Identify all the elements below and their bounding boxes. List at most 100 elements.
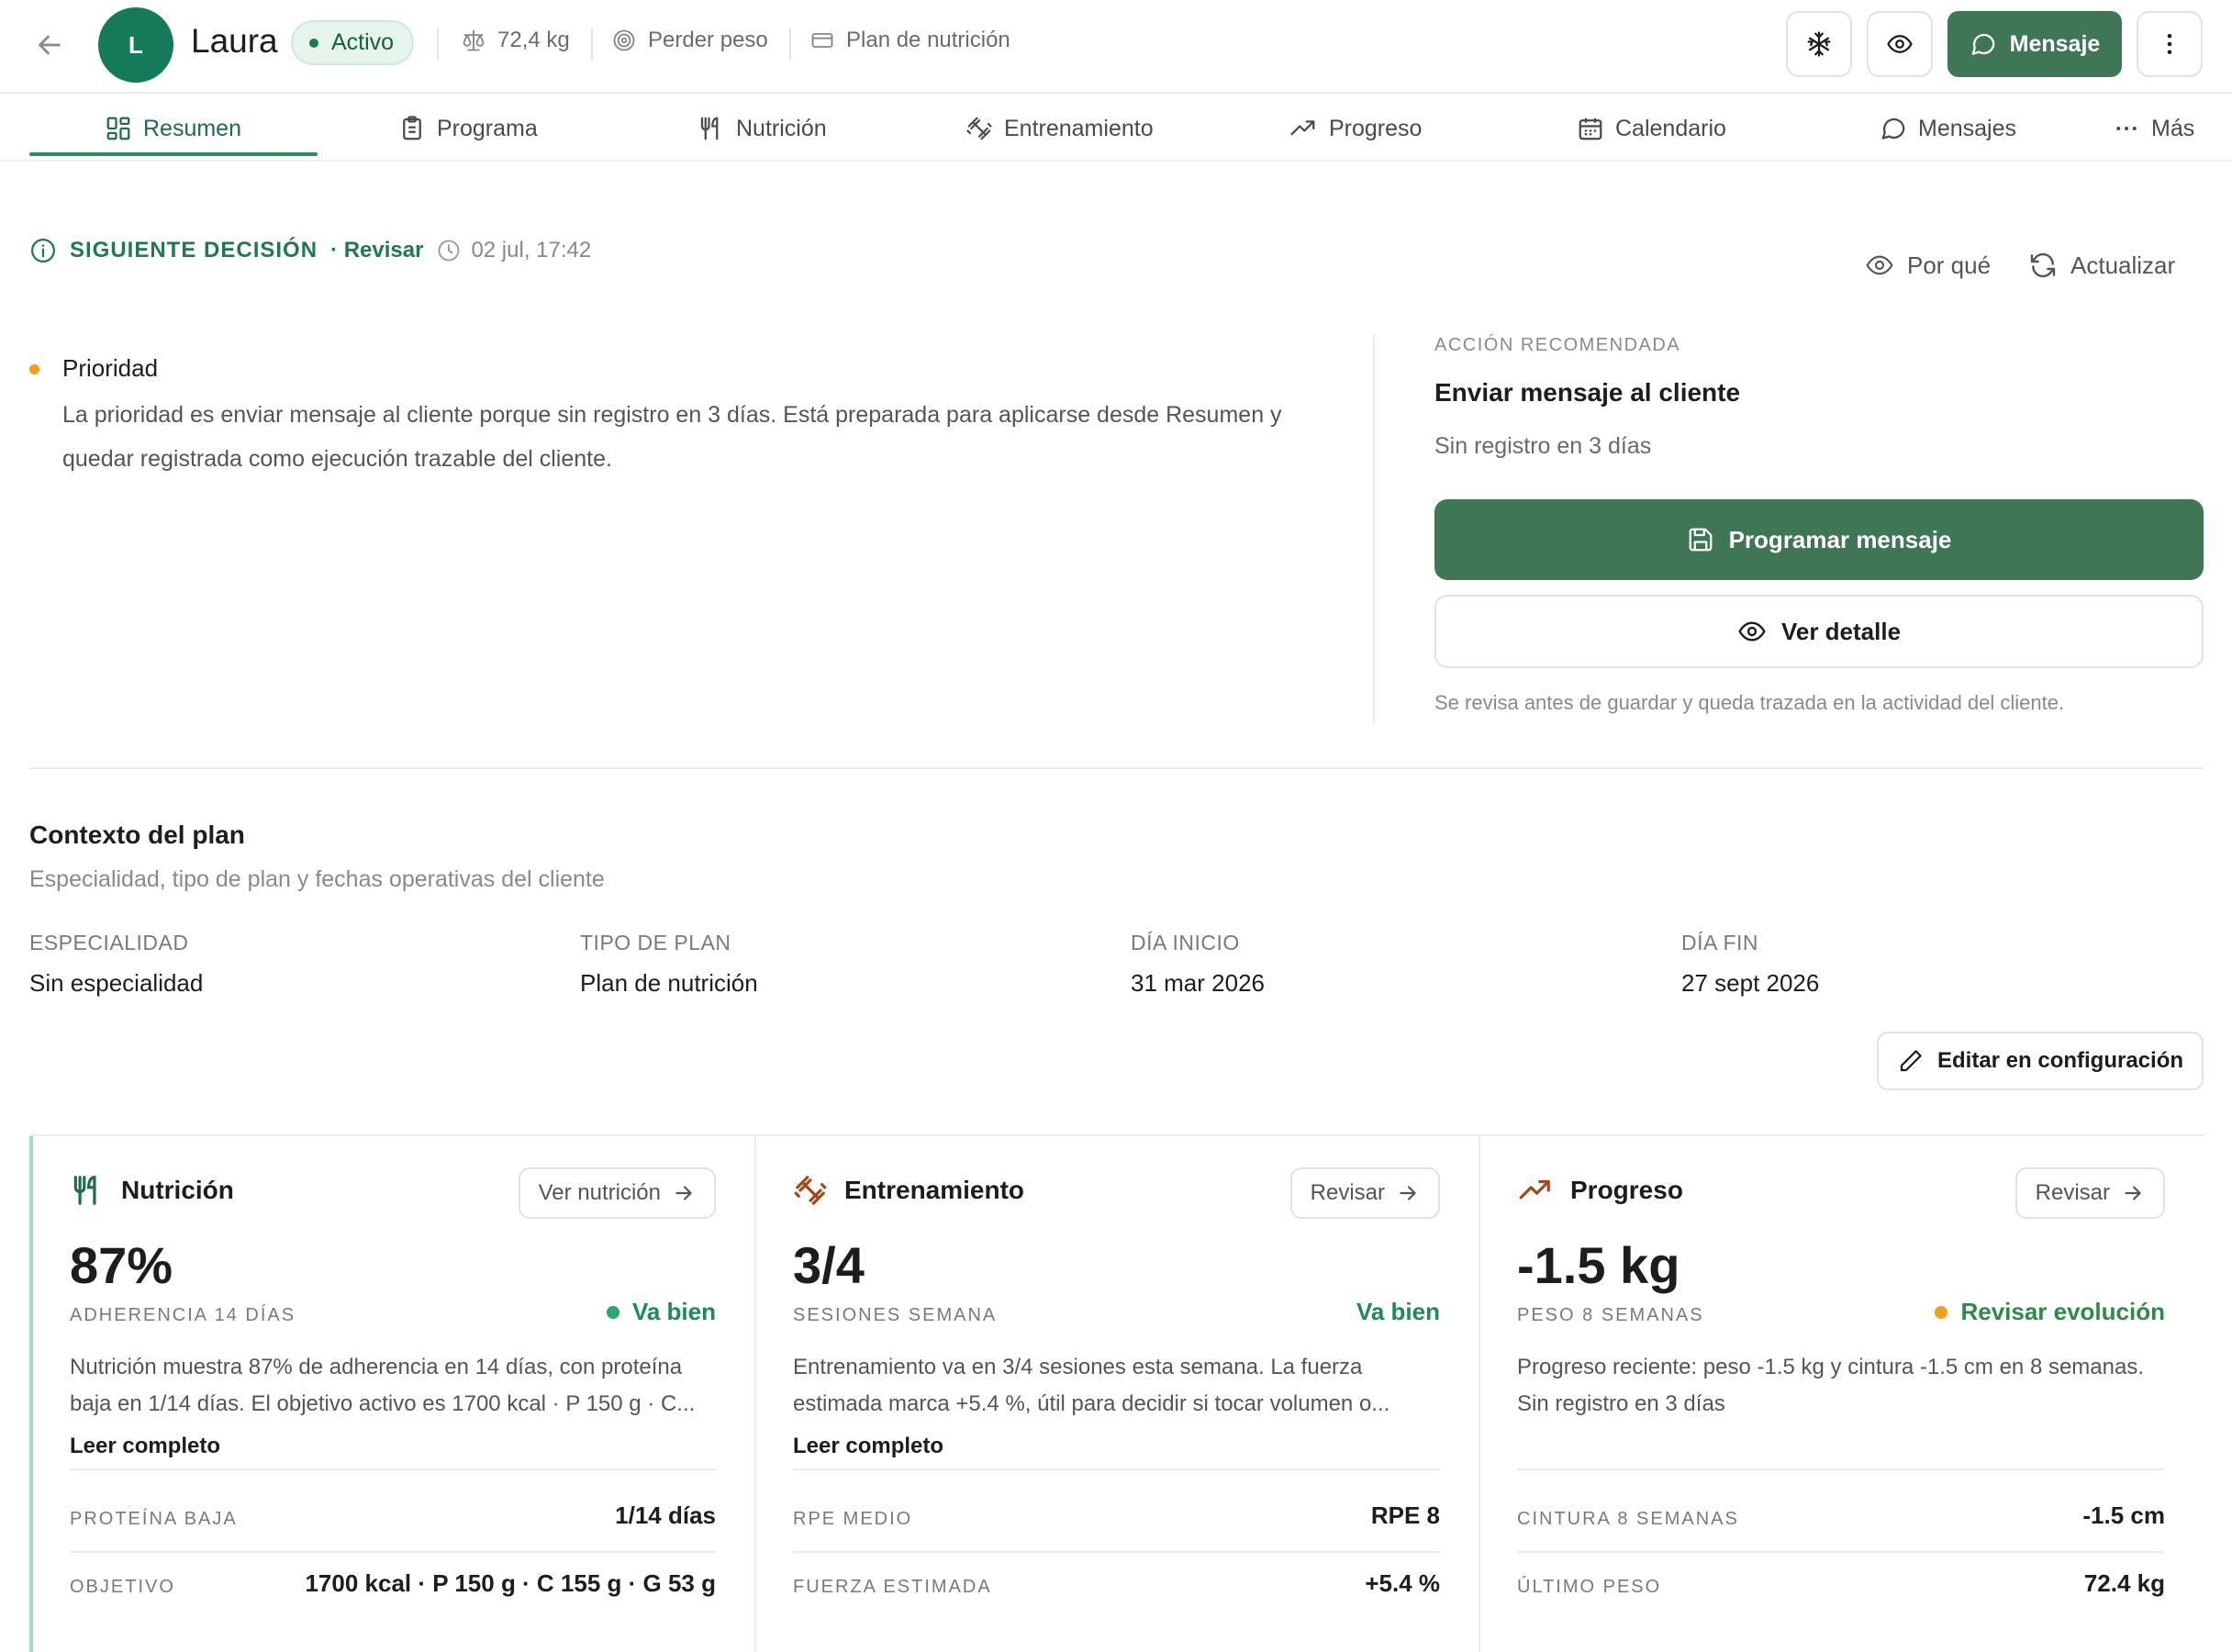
why-button[interactable]: Por qué bbox=[1865, 251, 1991, 280]
row-value: 72.4 kg bbox=[2083, 1569, 2165, 1597]
plan-type-label: TIPO DE PLAN bbox=[580, 931, 731, 954]
snowflake-button[interactable] bbox=[1786, 11, 1852, 77]
view-detail-button[interactable]: Ver detalle bbox=[1434, 595, 2204, 668]
plan-type-value: Plan de nutrición bbox=[580, 969, 758, 997]
row-value: -1.5 cm bbox=[2082, 1501, 2165, 1529]
summary-cards: Nutrición Ver nutrición 87% ADHERENCIA 1… bbox=[29, 1134, 2204, 1652]
schedule-message-button[interactable]: Programar mensaje bbox=[1434, 499, 2204, 580]
chat-icon bbox=[1970, 30, 1997, 58]
info-icon bbox=[29, 237, 57, 264]
priority-dot bbox=[29, 364, 39, 374]
tab-label: Resumen bbox=[143, 115, 241, 141]
decision-time-value: 02 jul, 17:42 bbox=[471, 238, 592, 262]
eye-icon bbox=[1737, 617, 1767, 646]
tab-label: Nutrición bbox=[736, 115, 827, 141]
row-divider bbox=[793, 1468, 1440, 1470]
header-separator bbox=[789, 28, 791, 60]
plan-context-subtitle: Especialidad, tipo de plan y fechas oper… bbox=[29, 866, 605, 892]
save-icon bbox=[1687, 526, 1714, 553]
next-decision-header: SIGUIENTE DECISIÓN · Revisar 02 jul, 17:… bbox=[29, 237, 591, 264]
refresh-icon bbox=[2028, 251, 2058, 280]
training-card: Entrenamiento Revisar 3/4 SESIONES SEMAN… bbox=[754, 1136, 1479, 1652]
dumbbell-icon bbox=[793, 1173, 828, 1208]
kpi-value: 3/4 bbox=[793, 1236, 865, 1294]
more-horizontal-icon bbox=[2113, 115, 2140, 142]
tab-entrenamiento[interactable]: Entrenamiento bbox=[965, 110, 1154, 147]
kpi-value: -1.5 kg bbox=[1517, 1236, 1680, 1294]
vertical-divider bbox=[1373, 334, 1375, 723]
chat-icon bbox=[1880, 115, 1907, 142]
row-divider bbox=[793, 1551, 1440, 1553]
row-label: PROTEÍNA BAJA bbox=[70, 1509, 238, 1529]
refresh-button[interactable]: Actualizar bbox=[2028, 251, 2175, 280]
preview-button[interactable] bbox=[1867, 11, 1933, 77]
row-value: 1/14 días bbox=[615, 1501, 716, 1529]
row-label: ÚLTIMO PESO bbox=[1517, 1577, 1662, 1597]
review-progress-button[interactable]: Revisar bbox=[2014, 1167, 2165, 1219]
message-button[interactable]: Mensaje bbox=[1947, 11, 2122, 77]
card-description: Nutrición muestra 87% de adherencia en 1… bbox=[70, 1355, 696, 1416]
status-dot bbox=[606, 1305, 619, 1319]
card-description: Entrenamiento va en 3/4 sesiones esta se… bbox=[793, 1355, 1390, 1416]
row-divider bbox=[1517, 1551, 2164, 1553]
plan-context-title: Contexto del plan bbox=[29, 820, 245, 849]
view-nutrition-button[interactable]: Ver nutrición bbox=[518, 1167, 716, 1219]
tab-calendario[interactable]: Calendario bbox=[1577, 110, 1726, 147]
status-label: Va bien bbox=[1356, 1298, 1440, 1325]
card-icon bbox=[809, 28, 835, 53]
card-title: Progreso bbox=[1570, 1176, 1683, 1204]
training-card-header: Entrenamiento bbox=[793, 1173, 1024, 1208]
pencil-icon bbox=[1897, 1047, 1925, 1075]
progress-card-header: Progreso bbox=[1517, 1173, 1683, 1208]
more-vertical-icon bbox=[2156, 30, 2183, 58]
tab-bar: Resumen Programa Nutrición Entrenamiento… bbox=[0, 94, 2232, 162]
row-divider bbox=[1517, 1468, 2164, 1470]
status-indicator: Va bien bbox=[606, 1298, 716, 1326]
kpi-label: PESO 8 SEMANAS bbox=[1517, 1305, 1704, 1325]
weight-value: 72,4 kg bbox=[497, 28, 570, 52]
start-date-label: DÍA INICIO bbox=[1131, 931, 1240, 954]
card-button-label: Revisar bbox=[1310, 1180, 1385, 1205]
tab-label: Entrenamiento bbox=[1004, 115, 1154, 141]
row-divider bbox=[70, 1551, 717, 1553]
header-separator bbox=[591, 28, 593, 60]
row-label: OBJETIVO bbox=[70, 1577, 175, 1597]
eye-icon bbox=[1865, 251, 1894, 280]
edit-settings-label: Editar en configuración bbox=[1936, 1048, 2184, 1073]
message-button-label: Mensaje bbox=[2009, 30, 2101, 57]
tab-resumen[interactable]: Resumen bbox=[105, 110, 241, 147]
tab-mensajes[interactable]: Mensajes bbox=[1880, 110, 2016, 147]
specialty-value: Sin especialidad bbox=[29, 969, 204, 997]
row-value: +5.4 % bbox=[1365, 1569, 1440, 1597]
review-link[interactable]: · Revisar bbox=[330, 238, 423, 263]
refresh-label: Actualizar bbox=[2070, 251, 2176, 279]
tab-label: Progreso bbox=[1329, 115, 1423, 141]
dumbbell-icon bbox=[965, 115, 993, 142]
utensils-icon bbox=[698, 115, 725, 142]
read-more-link[interactable]: Leer completo bbox=[70, 1434, 220, 1459]
tab-nutricion[interactable]: Nutrición bbox=[698, 110, 827, 147]
trend-up-icon bbox=[1517, 1173, 1554, 1208]
status-label: Va bien bbox=[631, 1298, 716, 1325]
nutrition-card: Nutrición Ver nutrición 87% ADHERENCIA 1… bbox=[29, 1136, 754, 1652]
more-menu-button[interactable] bbox=[2137, 11, 2203, 77]
recommended-note: Se revisa antes de guardar y queda traza… bbox=[1434, 691, 2065, 714]
utensils-icon bbox=[70, 1173, 105, 1208]
tab-progreso[interactable]: Progreso bbox=[1289, 110, 1422, 147]
review-training-button[interactable]: Revisar bbox=[1289, 1167, 1440, 1219]
back-arrow-icon[interactable] bbox=[33, 28, 66, 61]
row-value: 1700 kcal · P 150 g · C 155 g · G 53 g bbox=[305, 1569, 716, 1597]
status-indicator: Va bien bbox=[1356, 1298, 1440, 1326]
tab-label: Calendario bbox=[1615, 115, 1726, 141]
card-description: Progreso reciente: peso -1.5 kg y cintur… bbox=[1517, 1355, 2145, 1416]
tab-programa[interactable]: Programa bbox=[398, 110, 538, 147]
arrow-right-icon bbox=[2121, 1181, 2145, 1205]
why-label: Por qué bbox=[1907, 251, 1992, 279]
arrow-right-icon bbox=[1396, 1181, 1420, 1205]
read-more-link[interactable]: Leer completo bbox=[793, 1434, 943, 1459]
status-label: Revisar evolución bbox=[1960, 1298, 2165, 1325]
card-button-label: Revisar bbox=[2035, 1180, 2110, 1205]
kpi-label: SESIONES SEMANA bbox=[793, 1305, 998, 1325]
edit-settings-button[interactable]: Editar en configuración bbox=[1877, 1032, 2204, 1090]
tab-mas[interactable]: Más bbox=[2113, 110, 2194, 147]
